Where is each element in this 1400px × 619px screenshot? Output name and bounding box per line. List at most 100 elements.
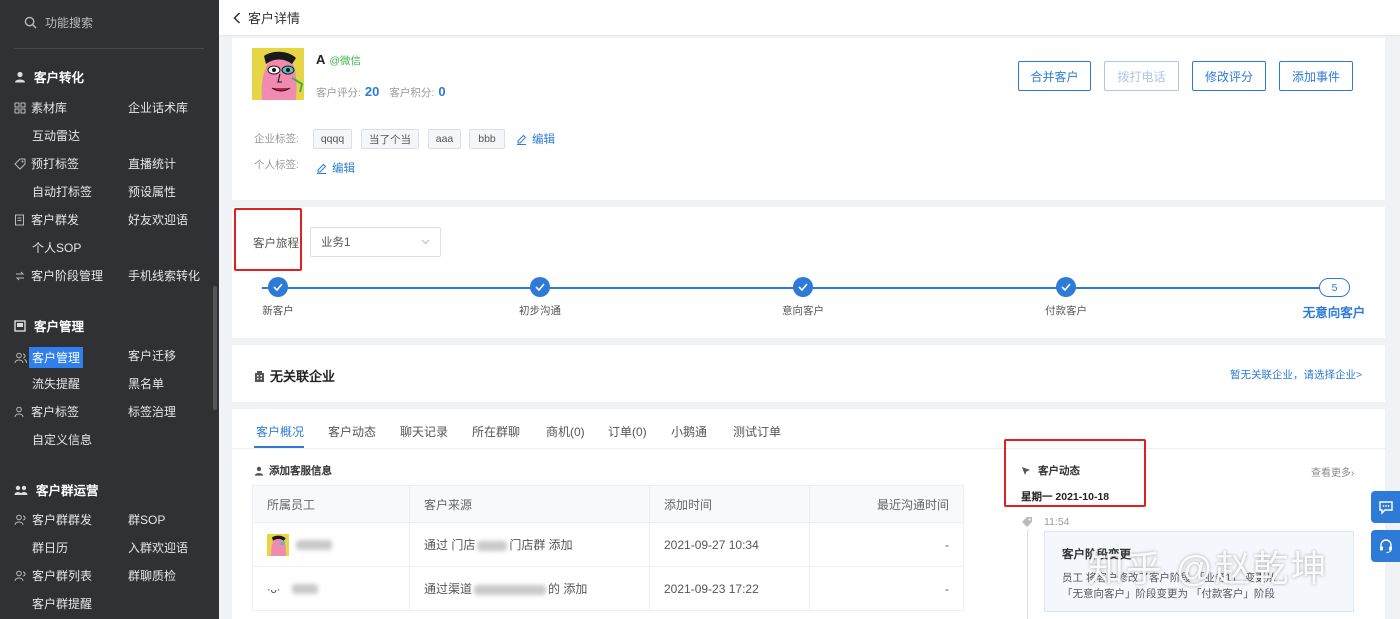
current-step-badge[interactable]: 5 xyxy=(1319,278,1350,297)
nav-label: 入群欢迎语 xyxy=(128,541,189,555)
redacted-text xyxy=(474,584,547,595)
table-row[interactable]: 通过 门店 门店群 添加 2021-09-27 10:34 - xyxy=(252,522,964,567)
document-icon xyxy=(15,214,24,225)
tab-chat-records[interactable]: 聊天记录 xyxy=(400,423,448,440)
nav-group-broadcast[interactable]: 客户群群发 xyxy=(14,511,92,528)
nav-customer-broadcast[interactable]: 客户群发 xyxy=(14,211,79,228)
group-customer-management[interactable]: 客户管理 xyxy=(14,316,84,335)
tab-orders[interactable]: 订单(0) xyxy=(608,423,647,440)
customer-name-row: A @微信 xyxy=(316,52,361,68)
nav-tag-governance[interactable]: 标签治理 xyxy=(128,403,176,420)
nav-label: 手机线索转化 xyxy=(128,269,201,283)
tab-overview[interactable]: 客户概况 xyxy=(256,423,304,440)
source-text: 通过渠道 xyxy=(424,582,473,596)
nav-lead-conversion[interactable]: 手机线索转化 xyxy=(128,267,200,284)
nav-group-reminder[interactable]: 客户群提醒 xyxy=(32,595,92,612)
edit-icon xyxy=(317,163,327,174)
nav-group-list[interactable]: 客户群列表 xyxy=(14,567,92,584)
nav-label: 群聊质检 xyxy=(128,569,177,583)
nav-label: 黑名单 xyxy=(128,377,165,391)
nav-script-library[interactable]: 企业话术库 xyxy=(128,99,188,116)
nav-group-calendar[interactable]: 群日历 xyxy=(32,539,68,556)
avatar xyxy=(252,48,304,100)
service-info-title: 添加客服信息 xyxy=(254,463,332,478)
tab-activity[interactable]: 客户动态 xyxy=(328,423,376,440)
highlight-box-journey xyxy=(234,208,302,271)
edit-personal-tags[interactable]: 编辑 xyxy=(316,160,355,176)
points-label: 客户积分: xyxy=(389,87,435,99)
journey-select[interactable]: 业务1 xyxy=(310,227,441,257)
last-contact-cell: - xyxy=(809,566,964,611)
divider xyxy=(14,48,204,49)
nav-live-stats[interactable]: 直播统计 xyxy=(128,155,176,172)
tab-opportunities[interactable]: 商机(0) xyxy=(546,423,585,440)
support-float-button[interactable] xyxy=(1371,530,1400,562)
table-row[interactable]: ·ᴗ· 通过渠道 的 添加 2021-09-23 17:22 - xyxy=(252,566,964,611)
add-event-button[interactable]: 添加事件 xyxy=(1279,61,1353,91)
sidebar-scrollbar[interactable] xyxy=(213,286,217,410)
nav-churn-alert[interactable]: 流失提醒 xyxy=(32,375,80,392)
call-button[interactable]: 拨打电话 xyxy=(1104,61,1179,91)
group-title-label: 客户转化 xyxy=(34,71,85,85)
nav-personal-sop[interactable]: 个人SOP xyxy=(32,239,81,256)
tab-test-orders[interactable]: 测试订单 xyxy=(733,423,781,440)
enterprise-tag[interactable]: bbb xyxy=(469,129,505,149)
building-icon xyxy=(255,370,264,382)
enterprise-title: 无关联企业 xyxy=(254,366,335,385)
step-check-icon[interactable] xyxy=(793,277,813,297)
step-check-icon[interactable] xyxy=(530,277,550,297)
merge-customer-button[interactable]: 合并客户 xyxy=(1018,61,1091,91)
function-search[interactable]: 功能搜索 xyxy=(0,0,219,44)
group-title-label: 客户群运营 xyxy=(36,484,99,498)
nav-material-library[interactable]: 素材库 xyxy=(14,99,67,116)
nav-blacklist[interactable]: 黑名单 xyxy=(128,375,164,392)
enterprise-tag[interactable]: aaa xyxy=(428,129,461,149)
nav-preset-attributes[interactable]: 预设属性 xyxy=(128,183,176,200)
nav-group-quality[interactable]: 群聊质检 xyxy=(128,567,176,584)
edit-label: 编辑 xyxy=(332,163,355,175)
nav-auto-tag[interactable]: 自动打标签 xyxy=(32,183,92,200)
source-text: 通过 门店 xyxy=(424,538,476,552)
edit-enterprise-tags[interactable]: 编辑 xyxy=(516,131,555,147)
nav-stage-management[interactable]: 客户阶段管理 xyxy=(14,267,103,284)
source-text: 门店群 添加 xyxy=(509,538,573,552)
nav-customer-tags[interactable]: 客户标签 xyxy=(14,403,79,420)
tab-groups[interactable]: 所在群聊 xyxy=(472,423,520,440)
employee-cell xyxy=(252,522,410,567)
nav-pre-tag[interactable]: 预打标签 xyxy=(14,155,79,172)
select-enterprise-link[interactable]: 暂无关联企业，请选择企业> xyxy=(1230,367,1362,382)
search-placeholder: 功能搜索 xyxy=(45,15,94,30)
step-check-icon[interactable] xyxy=(1056,277,1076,297)
stage-icon xyxy=(15,271,25,280)
group-customer-conversion[interactable]: 客户转化 xyxy=(14,67,84,86)
nav-interaction-radar[interactable]: 互动雷达 xyxy=(32,127,80,144)
group-customer-group-ops[interactable]: 客户群运营 xyxy=(14,480,99,499)
nav-customer-migration[interactable]: 客户迁移 xyxy=(128,347,176,364)
headset-icon xyxy=(1379,539,1392,553)
source-cell: 通过渠道 的 添加 xyxy=(409,566,650,611)
chevron-left-icon[interactable] xyxy=(233,11,241,24)
timeline-line xyxy=(1027,530,1028,619)
nav-label: 客户群群发 xyxy=(32,513,93,527)
view-more-link[interactable]: 查看更多› xyxy=(1311,464,1354,479)
nav-label: 自定义信息 xyxy=(32,433,93,447)
tab-active-indicator xyxy=(254,446,304,448)
source-text: 的 添加 xyxy=(548,582,588,596)
nav-customer-management[interactable]: 客户管理 xyxy=(14,347,84,368)
edit-score-button[interactable]: 修改评分 xyxy=(1192,61,1266,91)
nav-group-sop[interactable]: 群SOP xyxy=(128,511,165,528)
page-title[interactable]: 客户详情 xyxy=(248,8,300,27)
score-label: 客户评分: xyxy=(316,87,361,99)
enterprise-tag[interactable]: qqqq xyxy=(313,129,352,149)
tab-xiaoe[interactable]: 小鹅通 xyxy=(671,423,707,440)
nav-group-welcome[interactable]: 入群欢迎语 xyxy=(128,539,188,556)
column-header: 添加时间 xyxy=(649,485,810,523)
enterprise-tag[interactable]: 当了个当 xyxy=(361,129,419,149)
step-check-icon[interactable] xyxy=(268,277,288,297)
journey-line xyxy=(262,287,1322,289)
nav-label: 群日历 xyxy=(32,541,69,555)
last-contact-cell: - xyxy=(809,522,964,567)
nav-custom-info[interactable]: 自定义信息 xyxy=(32,431,92,448)
nav-friend-welcome[interactable]: 好友欢迎语 xyxy=(128,211,188,228)
chat-float-button[interactable] xyxy=(1371,491,1400,523)
